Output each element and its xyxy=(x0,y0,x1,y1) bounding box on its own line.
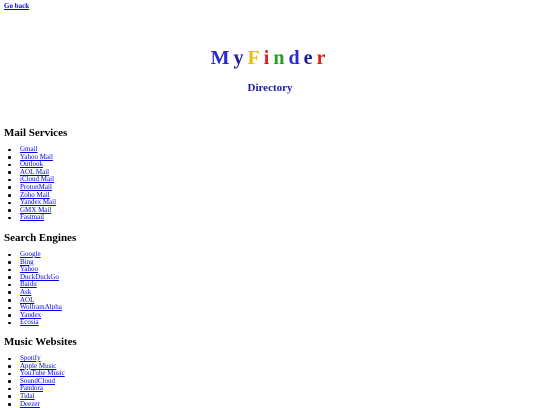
list-item: Fastmail xyxy=(4,214,67,222)
list-item: DuckDuckGo xyxy=(4,273,76,282)
directory-link[interactable]: Ecosia xyxy=(20,318,39,327)
list-item: Yandex xyxy=(4,311,76,320)
directory-link[interactable]: Deezer xyxy=(20,400,40,408)
logo-letter: y xyxy=(233,47,248,69)
list-item: Ask xyxy=(4,288,76,297)
logo-letter: r xyxy=(316,47,330,69)
page-subtitle: Directory xyxy=(247,82,293,94)
list-item: Deezer xyxy=(4,400,77,408)
list-item: Pandora xyxy=(4,385,77,393)
section-mail-services: Mail Services Gmail Yahoo Mail Outlook AOL … xyxy=(4,126,67,222)
link-list: Gmail Yahoo Mail Outlook AOL Mail iCloud Mai… xyxy=(4,145,67,222)
link-list: Google Bing Yahoo DuckDuckGo Baidu Ask AOL Wolf… xyxy=(4,250,76,327)
section-search-engines: Search Engines Google Bing Yahoo DuckDuckGo… xyxy=(4,231,76,327)
list-item: Bing xyxy=(4,258,76,267)
logo-letter: d xyxy=(288,47,304,69)
list-item: Tidal xyxy=(4,392,77,401)
list-item: Baidu xyxy=(4,281,76,289)
section-heading: Music Websites xyxy=(4,336,77,348)
logo-letter: e xyxy=(303,47,317,69)
go-back-link[interactable]: Go back xyxy=(4,2,29,10)
logo-letter: i xyxy=(263,47,274,69)
list-item: Ecosia xyxy=(4,319,76,327)
link-list: Spotify Apple Music YouTube Music SoundClou… xyxy=(4,354,77,408)
section-music-websites: Music Websites Spotify Apple Music YouTube… xyxy=(4,335,77,408)
directory-link[interactable]: Fastmail xyxy=(20,213,44,222)
list-item: Google xyxy=(4,250,76,259)
logo-letter: n xyxy=(273,47,289,69)
site-logo: MyFinder xyxy=(0,47,540,70)
logo-letter: F xyxy=(247,47,264,69)
logo-letter: M xyxy=(210,47,234,69)
section-heading: Mail Services xyxy=(4,127,68,139)
section-heading: Search Engines xyxy=(4,232,77,244)
